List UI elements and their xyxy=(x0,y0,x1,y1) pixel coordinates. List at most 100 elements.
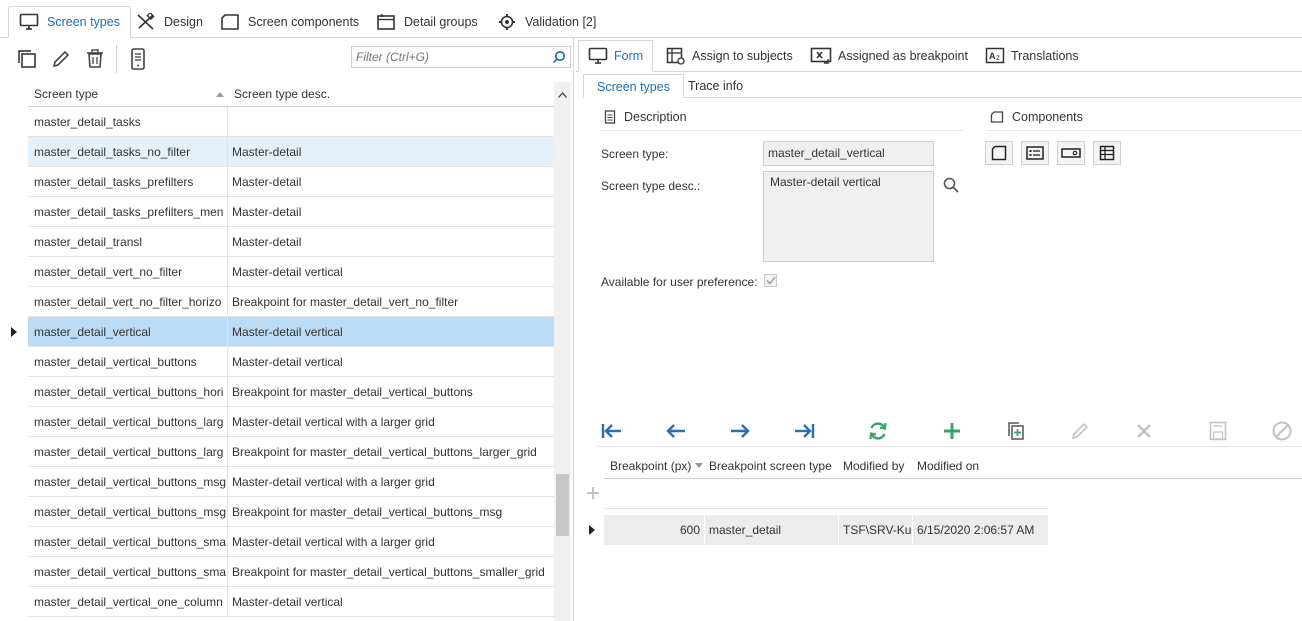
svg-text:z: z xyxy=(996,53,1000,62)
table-row[interactable]: master_detail_vertical_buttons_sma Breakp… xyxy=(0,557,554,587)
cancel-record-button[interactable] xyxy=(1266,417,1298,445)
breakpoint-row[interactable]: 600 master_detail TSF\SRV-Ku 6/15/2020 2… xyxy=(604,515,1048,545)
tab-label: Form xyxy=(614,49,644,63)
screen-type-field[interactable]: master_detail_vertical xyxy=(763,141,934,166)
table-row[interactable]: master_detail_tasks_prefilters Master-det… xyxy=(0,167,554,197)
cancel-icon xyxy=(1271,420,1293,442)
first-icon xyxy=(601,422,623,440)
table-row-selected[interactable]: master_detail_vertical Master-detail vert… xyxy=(0,317,554,347)
tab-screen-components[interactable]: Screen components xyxy=(210,6,369,38)
description-group-title: Description xyxy=(604,110,687,124)
components-buttons xyxy=(985,141,1121,165)
breakpoints-grid-header: Breakpoint (px) Breakpoint screen type M… xyxy=(604,454,1302,479)
grid-component-icon xyxy=(1099,145,1115,161)
edit-button[interactable] xyxy=(44,44,78,74)
screen-type-desc-field[interactable]: Master-detail vertical xyxy=(763,171,934,262)
available-preference-checkbox[interactable] xyxy=(764,274,777,287)
filter-input[interactable] xyxy=(352,50,548,64)
right-tab-bar: Form Assign to subjects Assigned as brea… xyxy=(576,40,1302,72)
tab-detail-groups[interactable]: Detail groups xyxy=(366,6,488,38)
scroll-up-icon[interactable] xyxy=(558,92,567,98)
top-tab-bar: Screen types Design Screen components De… xyxy=(0,0,1302,38)
table-row[interactable]: master_detail_transl Master-detail xyxy=(0,227,554,257)
cell-screen-type: master_detail_vertical_buttons xyxy=(28,347,228,377)
component-input-button[interactable] xyxy=(1057,141,1085,165)
component-form-button[interactable] xyxy=(985,141,1013,165)
copy-record-button[interactable] xyxy=(1000,417,1032,445)
tab-assigned-as-breakpoint[interactable]: Assigned as breakpoint xyxy=(801,40,977,72)
column-label: Modified by xyxy=(843,459,905,473)
tab-validation[interactable]: Validation [2] xyxy=(487,6,606,38)
table-row[interactable]: master_detail_vertical_buttons_hori Break… xyxy=(0,377,554,407)
description-group-line xyxy=(600,130,963,131)
delete-record-button[interactable] xyxy=(1128,417,1160,445)
table-row[interactable]: master_detail_vertical_buttons_larg Break… xyxy=(0,437,554,467)
tab-assign-to-subjects[interactable]: Assign to subjects xyxy=(657,40,802,72)
tab-form[interactable]: Form xyxy=(578,40,654,72)
screen-type-desc-label: Screen type desc.: xyxy=(601,179,701,193)
table-row[interactable]: master_detail_vertical_buttons_larg Maste… xyxy=(0,407,554,437)
delete-trash-icon xyxy=(84,48,106,70)
table-row[interactable]: master_detail_vertical_one_column Master-… xyxy=(0,587,554,617)
screen-types-grid: master_detail_tasks master_detail_tasks_… xyxy=(0,107,554,617)
table-row[interactable]: master_detail_tasks xyxy=(0,107,554,137)
delete-button[interactable] xyxy=(78,44,112,74)
grid-vertical-scrollbar[interactable] xyxy=(554,82,571,621)
table-row[interactable]: master_detail_vertical_buttons Master-det… xyxy=(0,347,554,377)
next-record-button[interactable] xyxy=(724,417,756,445)
column-header-screen-type-desc[interactable]: Screen type desc. xyxy=(228,87,554,101)
column-header-modified-by[interactable]: Modified by xyxy=(839,459,913,473)
copy-button[interactable] xyxy=(10,44,44,74)
component-grid-button[interactable] xyxy=(1093,141,1121,165)
tab-translations[interactable]: Az Translations xyxy=(976,40,1088,72)
previous-icon xyxy=(665,422,687,440)
table-row[interactable]: master_detail_vert_no_filter_horizo Break… xyxy=(0,287,554,317)
column-header-breakpoint-screen-type[interactable]: Breakpoint screen type xyxy=(705,459,839,473)
record-navigation-toolbar xyxy=(596,417,1302,447)
add-record-button[interactable] xyxy=(936,417,968,445)
translate-icon: Az xyxy=(985,47,1005,65)
copy-record-icon xyxy=(1006,420,1026,442)
table-row[interactable]: master_detail_vertical_buttons_sma Master… xyxy=(0,527,554,557)
component-icon xyxy=(220,13,240,31)
table-row[interactable]: master_detail_vert_no_filter Master-detai… xyxy=(0,257,554,287)
refresh-button[interactable] xyxy=(862,417,894,445)
last-record-button[interactable] xyxy=(788,417,820,445)
first-record-button[interactable] xyxy=(596,417,628,445)
cell-screen-type: master_detail_vertical_buttons_sma xyxy=(28,527,228,557)
save-record-button[interactable] xyxy=(1202,417,1234,445)
tab-design[interactable]: Design xyxy=(126,6,213,38)
cell-modified-on: 6/15/2020 2:06:57 AM xyxy=(917,523,1035,537)
search-icon[interactable] xyxy=(548,50,570,64)
monitor-icon xyxy=(19,13,39,31)
subtab-screen-types[interactable]: Screen types xyxy=(583,74,684,98)
tab-label: Validation [2] xyxy=(525,15,597,29)
cell-screen-type-desc: Master-detail vertical with a larger gri… xyxy=(228,407,554,437)
tab-screen-types[interactable]: Screen types xyxy=(8,6,131,38)
previous-record-button[interactable] xyxy=(660,417,692,445)
edit-record-button[interactable] xyxy=(1064,417,1096,445)
cell-screen-type: master_detail_vertical_one_column xyxy=(28,587,228,617)
cell-screen-type: master_detail_tasks_no_filter xyxy=(28,137,228,167)
table-row[interactable]: master_detail_vertical_buttons_msg Master… xyxy=(0,467,554,497)
column-header-screen-type[interactable]: Screen type xyxy=(28,87,228,101)
subtab-trace-info[interactable]: Trace info xyxy=(675,74,756,98)
component-list-button[interactable] xyxy=(1021,141,1049,165)
scrollbar-thumb[interactable] xyxy=(556,474,569,536)
cell-breakpoint-px: 600 xyxy=(604,515,705,545)
column-header-modified-on[interactable]: Modified on xyxy=(913,459,1053,473)
detail-groups-icon xyxy=(376,13,396,31)
table-row[interactable]: master_detail_tasks_no_filter Master-deta… xyxy=(0,137,554,167)
table-row[interactable]: master_detail_vertical_buttons_msg Breakp… xyxy=(0,497,554,527)
sort-descending-icon xyxy=(695,463,704,469)
new-row-divider xyxy=(604,508,1048,509)
column-header-breakpoint-px[interactable]: Breakpoint (px) xyxy=(604,459,705,473)
components-group-line xyxy=(986,130,1302,131)
cell-screen-type-desc: Master-detail vertical xyxy=(228,347,554,377)
mobile-preview-button[interactable] xyxy=(121,44,155,74)
zoom-search-icon[interactable] xyxy=(942,176,960,194)
tab-label: Screen components xyxy=(248,15,360,29)
table-row[interactable]: master_detail_tasks_prefilters_men Master… xyxy=(0,197,554,227)
new-row-add-icon[interactable] xyxy=(586,484,600,502)
cell-screen-type: master_detail_vertical_buttons_larg xyxy=(28,437,228,467)
